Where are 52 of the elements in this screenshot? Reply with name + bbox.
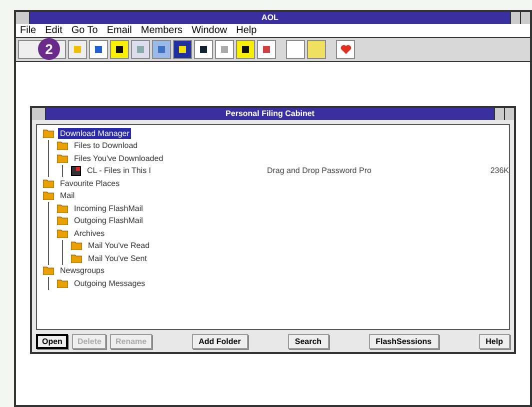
folder-icon: [43, 178, 54, 188]
folder-icon: [71, 254, 82, 263]
minimize-button[interactable]: [494, 108, 504, 120]
folder-icon: [57, 154, 68, 163]
menu-item[interactable]: File: [20, 23, 36, 38]
tree-item[interactable]: Files You've Downloaded: [72, 152, 166, 164]
dialog-button[interactable]: Help: [478, 334, 510, 349]
folder-icon: [57, 204, 68, 213]
tree-item[interactable]: Mail: [58, 190, 77, 202]
maximize-button[interactable]: [520, 12, 530, 24]
tree-item[interactable]: Favourite Places: [58, 178, 122, 189]
dialog-title: Personal Filing Cabinet: [224, 108, 316, 120]
dialog-button[interactable]: Add Folder: [192, 334, 248, 349]
menu-item[interactable]: Go To: [71, 23, 98, 38]
tree-item[interactable]: Archives: [72, 228, 107, 239]
toolbar-icon[interactable]: [110, 40, 129, 59]
toolbar-icon[interactable]: [194, 40, 213, 59]
folder-icon: [57, 278, 68, 288]
folder-icon: [71, 241, 82, 250]
folder-icon: [43, 191, 54, 200]
tree-cell: 236K: [490, 164, 509, 177]
tree-item[interactable]: CL - Files in This I: [85, 165, 154, 176]
toolbar-icon[interactable]: [236, 40, 255, 59]
minimize-button[interactable]: [510, 12, 520, 24]
menu-item[interactable]: Window: [192, 23, 228, 38]
folder-icon: [57, 216, 68, 226]
tree-item[interactable]: Outgoing Messages: [72, 278, 148, 289]
dialog-button[interactable]: Open: [36, 334, 68, 349]
menu-item[interactable]: Email: [106, 23, 132, 38]
tree-item[interactable]: Outgoing FlashMail: [72, 215, 145, 226]
menu-item[interactable]: Help: [236, 23, 257, 38]
folder-icon: [57, 141, 68, 150]
document-icon: [71, 166, 81, 176]
system-menu-button[interactable]: [32, 108, 46, 120]
maximize-button[interactable]: [504, 108, 514, 120]
tree-item[interactable]: Download Manager: [58, 128, 132, 139]
tree-item[interactable]: Newsgroups: [58, 265, 106, 276]
tree-item[interactable]: Mail You've Sent: [86, 252, 149, 264]
tree-item[interactable]: Incoming FlashMail: [72, 202, 145, 214]
folder-icon: [43, 266, 54, 276]
system-menu-button[interactable]: [16, 12, 30, 24]
tree-item[interactable]: Files to Download: [72, 140, 140, 152]
menu-item[interactable]: Members: [140, 23, 183, 38]
dialog-button[interactable]: FlashSessions: [368, 334, 439, 349]
folder-icon: [57, 228, 68, 238]
folder-icon: [43, 128, 54, 138]
dialog-button[interactable]: Search: [288, 334, 329, 349]
toolbar-icon[interactable]: [173, 40, 192, 59]
tree-item[interactable]: Mail You've Read: [86, 240, 152, 252]
tree-cell-text: Drag and Drop Password Pro: [266, 164, 372, 177]
menu-item[interactable]: Edit: [45, 23, 62, 38]
window-title: AOL: [260, 12, 280, 24]
